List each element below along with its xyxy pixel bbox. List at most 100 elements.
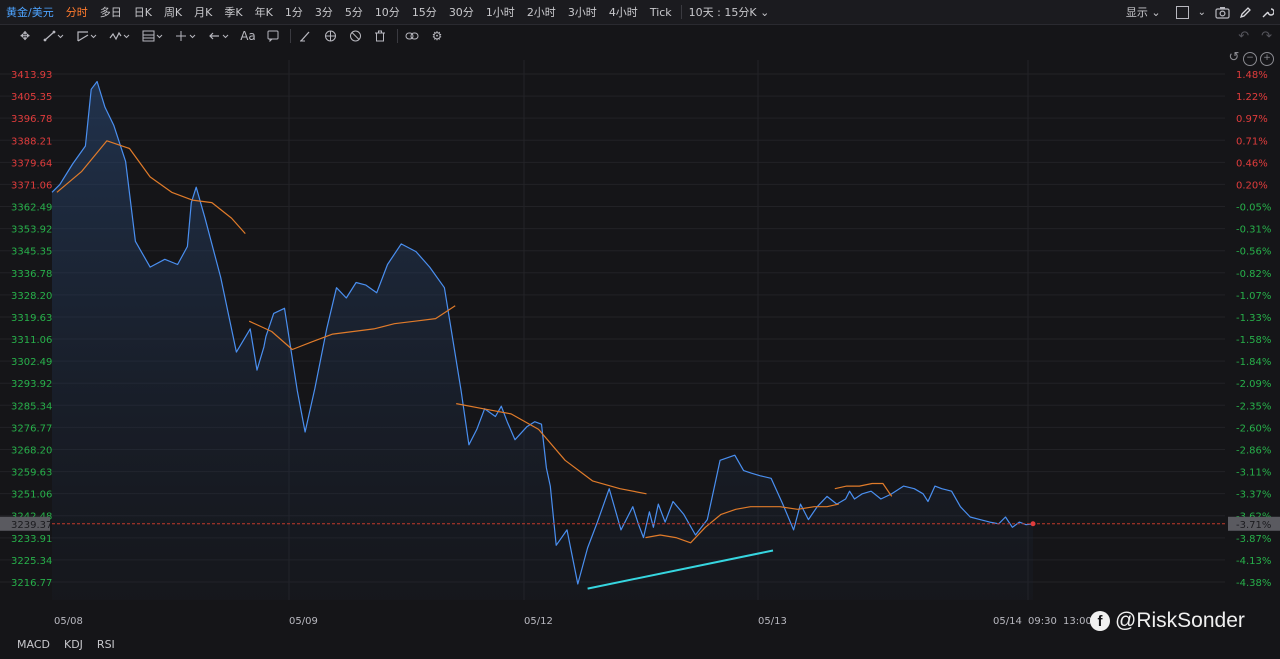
- pct-tick-label: -2.09%: [1236, 379, 1271, 390]
- chevron-down-icon: ⌄: [1151, 6, 1161, 19]
- y-tick-label: 3285.34: [11, 401, 52, 412]
- pct-tick-label: -2.35%: [1236, 401, 1271, 412]
- channel-icon[interactable]: [72, 25, 102, 47]
- x-tick-label: 05/08: [54, 616, 83, 627]
- tab-timeframe-1[interactable]: 多日: [94, 4, 128, 20]
- settings-icon[interactable]: ⚙: [426, 25, 448, 47]
- redo-icon[interactable]: ↷: [1261, 29, 1272, 44]
- pct-tick-label: -1.33%: [1236, 313, 1271, 324]
- pct-tick-label: 0.71%: [1236, 136, 1268, 147]
- y-tick-label: 3413.93: [11, 70, 52, 81]
- pct-tick-label: -0.05%: [1236, 203, 1271, 214]
- fib-icon[interactable]: [138, 25, 168, 47]
- arrow-icon[interactable]: [204, 25, 234, 47]
- pct-tick-label: 0.20%: [1236, 180, 1268, 191]
- indicator-kdj[interactable]: KDJ: [64, 638, 83, 651]
- y-tick-label: 3396.78: [11, 114, 52, 125]
- undo-redo: ↶ ↷: [1238, 25, 1272, 47]
- pct-tick-label: -2.86%: [1236, 445, 1271, 456]
- y-tick-label: 3302.49: [11, 357, 52, 368]
- line-icon[interactable]: [39, 25, 69, 47]
- note-icon[interactable]: [262, 25, 284, 47]
- current-price-dot: [1030, 521, 1036, 527]
- display-label: 显示: [1125, 6, 1148, 19]
- pen-icon[interactable]: [1239, 6, 1252, 19]
- indicator-rsi[interactable]: RSI: [97, 638, 115, 651]
- eye-icon[interactable]: [319, 25, 341, 47]
- chevron-down-icon[interactable]: ⌄: [1198, 7, 1206, 18]
- x-axis-labels: 05/08 05/09 05/12 05/13 05/14 09:30 13:00: [54, 616, 1092, 627]
- measure-icon[interactable]: [171, 25, 201, 47]
- y-tick-label: 3319.63: [11, 313, 52, 324]
- indicator-tabs: MACD KDJ RSI: [0, 629, 122, 659]
- y-tick-label: 3216.77: [11, 578, 52, 589]
- link-icon[interactable]: [401, 25, 423, 47]
- pct-tick-label: 1.22%: [1236, 92, 1268, 103]
- y-tick-label: 3353.92: [11, 225, 52, 236]
- tab-timeframe-4[interactable]: 月K: [188, 4, 218, 20]
- range-dropdown[interactable]: 10天 : 15分K ⌄: [685, 4, 774, 20]
- display-dropdown[interactable]: 显示 ⌄: [1120, 4, 1167, 20]
- pct-tick-label: 0.46%: [1236, 158, 1268, 169]
- pct-tick-label: 1.48%: [1236, 70, 1268, 81]
- tab-timeframe-13[interactable]: 1小时: [480, 4, 521, 20]
- top-bar: 黄金/美元 分时 多日 日K 周K 月K 季K 年K 1分 3分 5分 10分 …: [0, 0, 1280, 25]
- pct-tick-label: -0.31%: [1236, 225, 1271, 236]
- pct-tick-label: -1.07%: [1236, 291, 1271, 302]
- hide-icon[interactable]: [344, 25, 366, 47]
- brush-icon[interactable]: [294, 25, 316, 47]
- wrench-icon[interactable]: [1261, 6, 1274, 19]
- move-icon[interactable]: ✥: [14, 25, 36, 47]
- x-tick-label: 05/14: [993, 616, 1022, 627]
- watermark: f @RiskSonder: [1090, 609, 1245, 633]
- y-tick-label: 3276.77: [11, 423, 52, 434]
- y-tick-label: 3293.92: [11, 379, 52, 390]
- x-tick-label: 05/09: [289, 616, 318, 627]
- tab-timeframe-8[interactable]: 3分: [309, 4, 339, 20]
- symbol-label[interactable]: 黄金/美元: [0, 4, 60, 20]
- tab-timeframe-12[interactable]: 30分: [443, 4, 480, 20]
- chevron-down-icon: ⌄: [760, 6, 770, 19]
- undo-icon[interactable]: ↶: [1238, 29, 1249, 44]
- indicator-macd[interactable]: MACD: [17, 638, 50, 651]
- pct-tick-label: -4.38%: [1236, 578, 1271, 589]
- tab-timeframe-6[interactable]: 年K: [249, 4, 279, 20]
- tab-timeframe-3[interactable]: 周K: [158, 4, 188, 20]
- y-tick-label: 3328.20: [11, 291, 52, 302]
- divider: [680, 5, 682, 19]
- y-tick-label: 3379.64: [11, 158, 52, 169]
- pct-tick-label: -3.87%: [1236, 534, 1271, 545]
- y-tick-label: 3259.63: [11, 468, 52, 479]
- watermark-text: @RiskSonder: [1115, 609, 1245, 632]
- tab-timeframe-7[interactable]: 1分: [279, 4, 309, 20]
- y-tick-label: 3362.49: [11, 203, 52, 214]
- y-tick-label: 3225.34: [11, 556, 52, 567]
- tab-timeframe-2[interactable]: 日K: [128, 4, 158, 20]
- y-tick-label: 3268.20: [11, 445, 52, 456]
- facebook-icon: f: [1090, 611, 1110, 631]
- pct-tick-label: -3.37%: [1236, 490, 1271, 501]
- tab-timeframe-0[interactable]: 分时: [60, 4, 94, 20]
- divider: [397, 29, 398, 43]
- price-chart[interactable]: 3413.93 3405.35 3396.78 3388.21 3379.64 3371.…: [0, 48, 1280, 628]
- tab-timeframe-11[interactable]: 15分: [406, 4, 443, 20]
- y-tick-label: 3345.35: [11, 247, 52, 258]
- tab-timeframe-17[interactable]: Tick: [644, 6, 678, 19]
- tab-timeframe-14[interactable]: 2小时: [521, 4, 562, 20]
- current-price-label: 3239.37: [11, 520, 52, 531]
- x-tick-label: 09:30: [1028, 616, 1057, 627]
- wave-icon[interactable]: [105, 25, 135, 47]
- tab-timeframe-15[interactable]: 3小时: [562, 4, 603, 20]
- y-axis-labels: 3413.93 3405.35 3396.78 3388.21 3379.64 3371.…: [11, 70, 52, 589]
- camera-icon[interactable]: [1215, 6, 1230, 19]
- tab-timeframe-5[interactable]: 季K: [218, 4, 248, 20]
- y-tick-label: 3336.78: [11, 269, 52, 280]
- trash-icon[interactable]: [369, 25, 391, 47]
- tab-timeframe-16[interactable]: 4小时: [603, 4, 644, 20]
- tab-timeframe-10[interactable]: 10分: [369, 4, 406, 20]
- text-label-icon[interactable]: Aa: [237, 25, 259, 47]
- tab-timeframe-9[interactable]: 5分: [339, 4, 369, 20]
- top-right-tools: 显示 ⌄ ⌄: [1120, 0, 1274, 24]
- checkbox-icon[interactable]: [1175, 5, 1189, 19]
- range-label: 10天 : 15分K: [688, 6, 757, 19]
